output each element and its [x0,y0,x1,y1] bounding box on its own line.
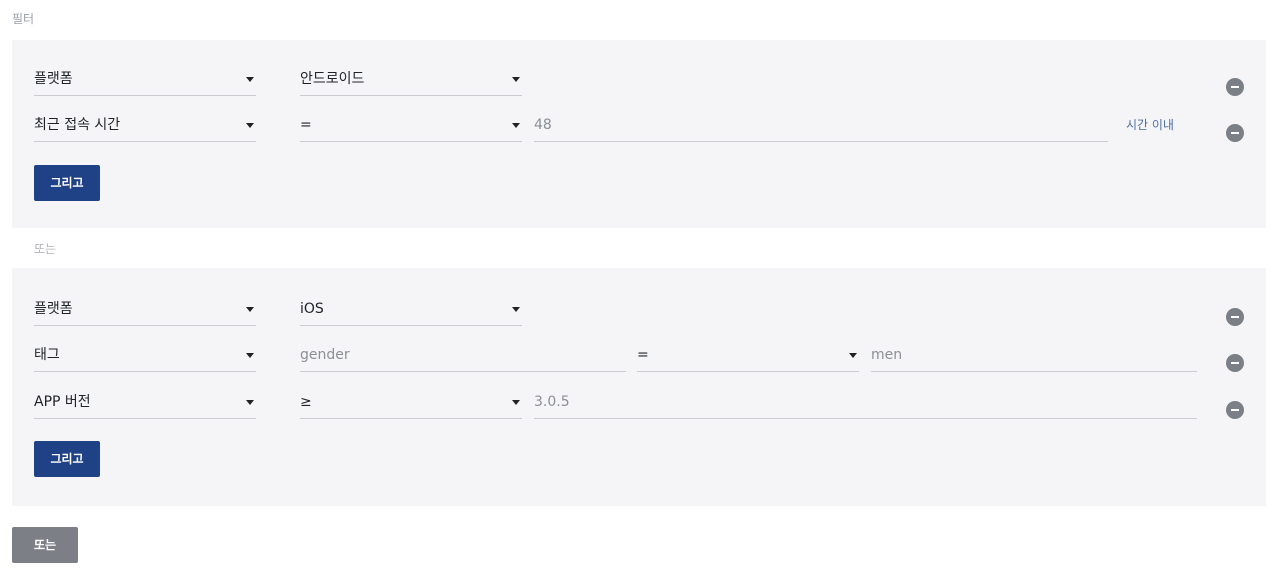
value-input-text: 3.0.5 [534,394,570,410]
and-button[interactable]: 그리고 [34,441,100,477]
field-select[interactable]: 최근 접속 시간 [34,108,256,142]
filter-group-1: 플랫폼 안드로이드 최근 접속 시간 = 48 시간 이내 그리고 [12,40,1266,228]
value-input-text: 48 [534,117,552,133]
field-select-value: 최근 접속 시간 [34,117,121,133]
operator-select[interactable]: ≥ [300,385,522,419]
value-select-value: iOS [300,301,324,317]
caret-down-icon [246,400,254,405]
remove-condition-icon[interactable] [1226,78,1244,96]
caret-down-icon [246,123,254,128]
field-select-value: 태그 [34,347,60,363]
field-select-value: 플랫폼 [34,71,73,87]
tag-key-text: gender [300,347,350,363]
remove-condition-icon[interactable] [1226,124,1244,142]
operator-select-value: ≥ [300,394,312,410]
operator-select[interactable]: = [637,338,859,372]
field-select-value: 플랫폼 [34,301,73,317]
filter-row: 플랫폼 iOS [12,292,1266,338]
field-select[interactable]: 플랫폼 [34,62,256,96]
caret-down-icon [246,307,254,312]
field-select[interactable]: APP 버전 [34,385,256,419]
caret-down-icon [512,77,520,82]
operator-select-value: = [300,117,312,133]
filter-group-2: 플랫폼 iOS 태그 gender = men APP 버전 ≥ 3.0.5 그… [12,268,1266,506]
value-input[interactable]: 3.0.5 [534,385,1197,419]
filter-row: 태그 gender = men [12,338,1266,384]
filter-row: 플랫폼 안드로이드 [12,62,1266,108]
caret-down-icon [246,353,254,358]
remove-condition-icon[interactable] [1226,401,1244,419]
value-input[interactable]: 48 [534,108,1108,142]
filter-row: APP 버전 ≥ 3.0.5 [12,385,1266,431]
value-select[interactable]: 안드로이드 [300,62,522,96]
caret-down-icon [849,353,857,358]
caret-down-icon [512,123,520,128]
operator-select-value: = [637,347,649,363]
remove-condition-icon[interactable] [1226,308,1244,326]
caret-down-icon [512,400,520,405]
or-button[interactable]: 또는 [12,527,78,563]
field-select[interactable]: 태그 [34,338,256,372]
tag-key-input[interactable]: gender [300,338,626,372]
field-select[interactable]: 플랫폼 [34,292,256,326]
filter-row: 최근 접속 시간 = 48 시간 이내 [12,108,1266,154]
value-select[interactable]: iOS [300,292,522,326]
value-input-text: men [871,347,903,363]
remove-condition-icon[interactable] [1226,354,1244,372]
unit-label: 시간 이내 [1126,118,1174,132]
operator-select[interactable]: = [300,108,522,142]
or-separator: 또는 [34,242,57,256]
value-input[interactable]: men [871,338,1197,372]
value-select-value: 안드로이드 [300,71,365,87]
section-title: 필터 [12,12,35,26]
caret-down-icon [246,77,254,82]
caret-down-icon [512,307,520,312]
and-button[interactable]: 그리고 [34,165,100,201]
field-select-value: APP 버전 [34,394,91,410]
